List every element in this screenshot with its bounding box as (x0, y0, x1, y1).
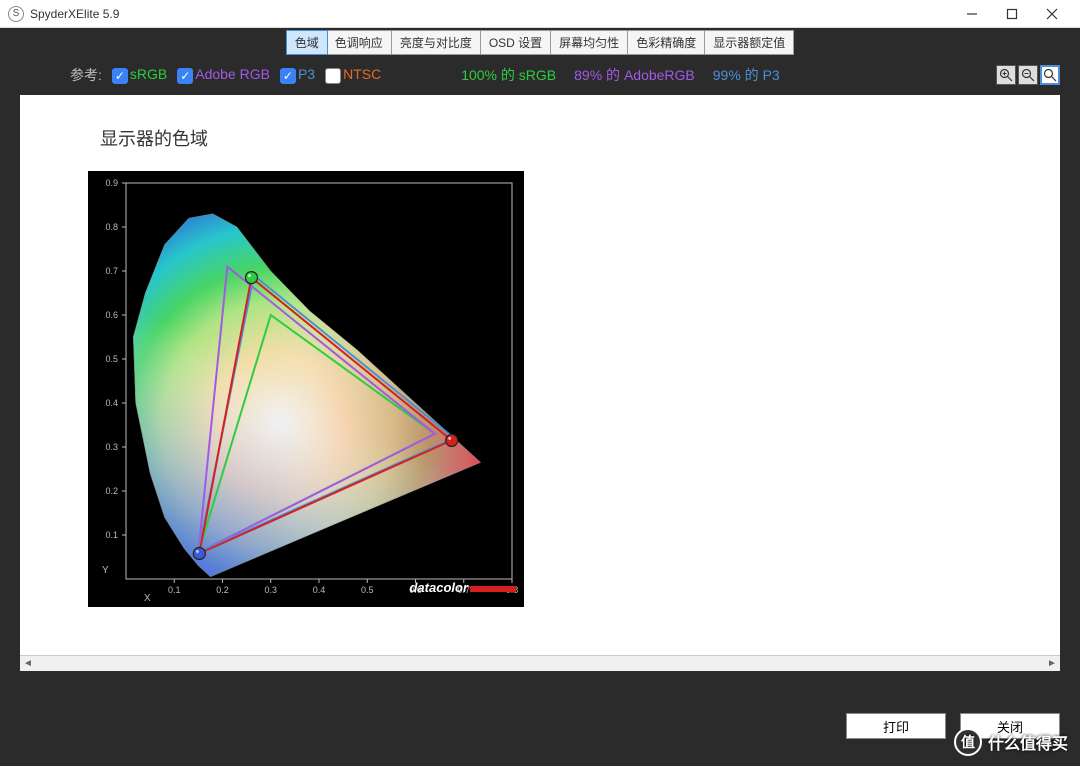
tab-1[interactable]: 色调响应 (327, 31, 392, 54)
close-button[interactable] (1032, 0, 1072, 28)
canvas-area: 显示器的色域 0.1 0.2 0.3 0.4 0.5 0.6 0.7 0.8 0.1 0.2 0.3… (20, 95, 1060, 671)
app-body: 色域色调响应亮度与对比度OSD 设置屏幕均匀性色彩精确度显示器额定值 参考: ✓… (0, 28, 1080, 766)
gamut-chart[interactable]: 0.1 0.2 0.3 0.4 0.5 0.6 0.7 0.8 0.1 0.2 0.3 0.4 0.5 0… (88, 171, 524, 607)
svg-text:0.3: 0.3 (105, 442, 118, 452)
tab-4[interactable]: 屏幕均匀性 (551, 31, 628, 54)
tabs: 色域色调响应亮度与对比度OSD 设置屏幕均匀性色彩精确度显示器额定值 (286, 30, 794, 55)
watermark: 值 什么值得买 (954, 728, 1068, 756)
svg-text:0.7: 0.7 (105, 266, 118, 276)
scroll-right-icon[interactable]: ► (1044, 656, 1060, 672)
app-icon: S (8, 6, 24, 22)
tab-5[interactable]: 色彩精确度 (628, 31, 705, 54)
ref-label-3: NTSC (343, 66, 381, 82)
ref-label-1: Adobe RGB (195, 66, 270, 82)
checkbox-p3[interactable]: ✓ (280, 68, 296, 84)
zoom-group (996, 65, 1060, 85)
checkbox-ntsc[interactable] (325, 68, 341, 84)
svg-text:0.4: 0.4 (105, 398, 118, 408)
zoom-in-button[interactable] (996, 65, 1016, 85)
coverage-0: 100% 的 sRGB (461, 67, 556, 83)
svg-text:0.2: 0.2 (105, 486, 118, 496)
ref-label-2: P3 (298, 66, 315, 82)
svg-text:0.2: 0.2 (216, 585, 229, 595)
coverage-1: 89% 的 AdobeRGB (574, 67, 695, 83)
watermark-text: 什么值得买 (988, 730, 1068, 754)
chart-title: 显示器的色域 (100, 125, 1060, 151)
svg-text:0.9: 0.9 (105, 178, 118, 188)
watermark-badge-icon: 值 (954, 728, 982, 756)
checkbox-srgb[interactable]: ✓ (112, 68, 128, 84)
tab-2[interactable]: 亮度与对比度 (392, 31, 481, 54)
svg-text:0.4: 0.4 (313, 585, 326, 595)
zoom-fit-button[interactable] (1040, 65, 1060, 85)
svg-text:0.8: 0.8 (105, 222, 118, 232)
svg-text:0.1: 0.1 (168, 585, 181, 595)
coverage-2: 99% 的 P3 (713, 67, 780, 83)
titlebar: S SpyderXElite 5.9 (0, 0, 1080, 28)
tab-6[interactable]: 显示器额定值 (705, 31, 793, 54)
window-title: SpyderXElite 5.9 (30, 7, 952, 21)
zoom-out-button[interactable] (1018, 65, 1038, 85)
brand-logo: datacolor (409, 580, 516, 595)
scroll-left-icon[interactable]: ◄ (20, 656, 36, 672)
footer: 打印 关闭 (0, 704, 1080, 766)
svg-text:0.5: 0.5 (105, 354, 118, 364)
reference-row: 参考: ✓sRGB✓Adobe RGB✓P3NTSC 100% 的 sRGB89… (0, 55, 1080, 91)
svg-text:0.1: 0.1 (105, 530, 118, 540)
maximize-button[interactable] (992, 0, 1032, 28)
print-button[interactable]: 打印 (846, 713, 946, 739)
tab-0[interactable]: 色域 (286, 30, 328, 55)
svg-text:Y: Y (102, 565, 109, 576)
minimize-button[interactable] (952, 0, 992, 28)
checkbox-adobe-rgb[interactable]: ✓ (177, 68, 193, 84)
svg-text:0.6: 0.6 (105, 310, 118, 320)
reference-label: 参考: (70, 65, 102, 85)
tab-3[interactable]: OSD 设置 (481, 31, 551, 54)
tabs-row: 色域色调响应亮度与对比度OSD 设置屏幕均匀性色彩精确度显示器额定值 (0, 28, 1080, 55)
ref-label-0: sRGB (130, 66, 167, 82)
svg-text:X: X (144, 593, 151, 604)
svg-text:0.5: 0.5 (361, 585, 374, 595)
svg-text:0.3: 0.3 (264, 585, 277, 595)
horizontal-scrollbar[interactable]: ◄ ► (20, 655, 1060, 671)
